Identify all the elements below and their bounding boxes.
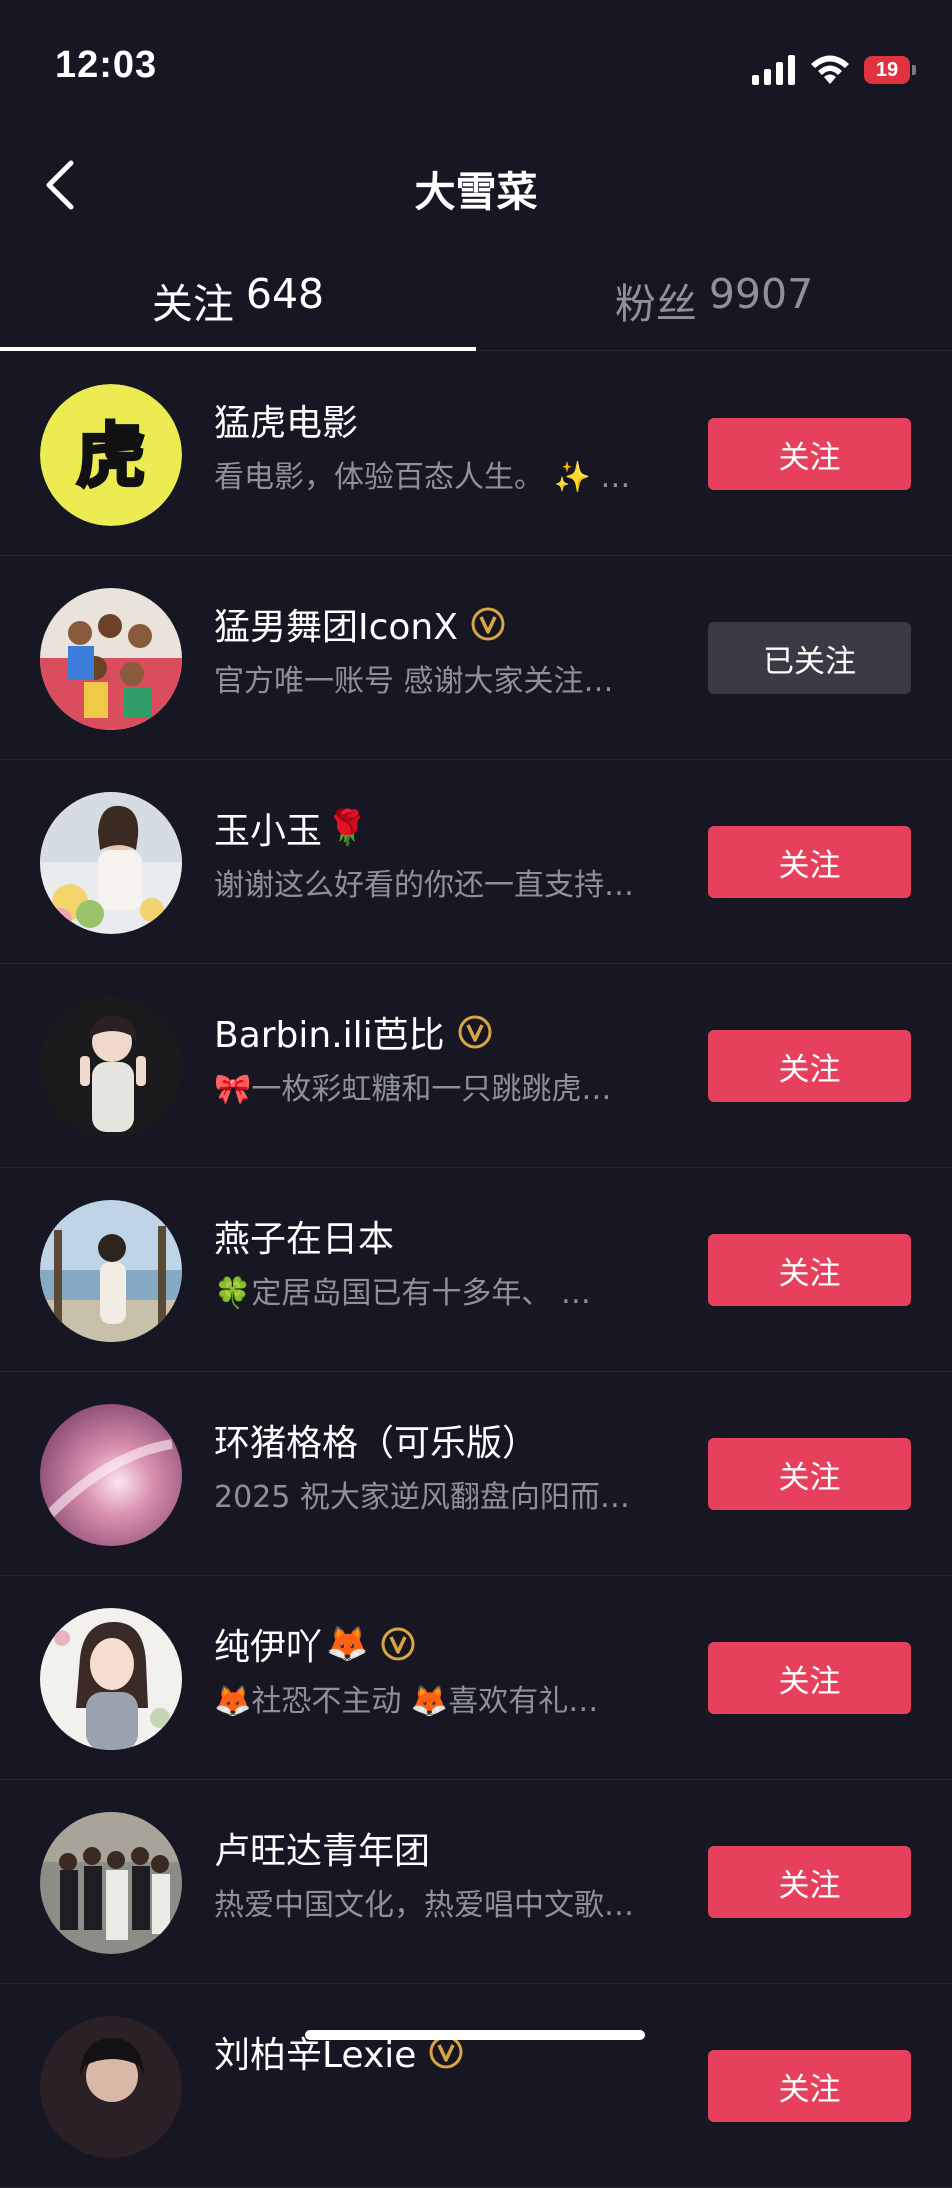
avatar[interactable]: 虎 bbox=[40, 384, 182, 526]
wifi-icon bbox=[811, 55, 849, 84]
user-name[interactable]: 环猪格格（可乐版） bbox=[214, 1414, 684, 1466]
follow-button[interactable]: 关注 bbox=[708, 1234, 911, 1306]
tab-bar: 关注 648 粉丝 9907 bbox=[0, 250, 952, 351]
tab-following-count: 648 bbox=[245, 270, 325, 318]
user-name[interactable]: 猛虎电影 bbox=[214, 394, 684, 446]
fox-emoji: 🦊 bbox=[326, 1624, 369, 1664]
avatar[interactable] bbox=[40, 1200, 182, 1342]
following-button[interactable]: 已关注 bbox=[708, 622, 911, 694]
follow-button[interactable]: 关注 bbox=[708, 418, 911, 490]
group-photo-avatar bbox=[40, 588, 182, 730]
verified-badge-icon bbox=[380, 1626, 416, 1662]
user-bio: 🦊社恐不主动 🦊喜欢有礼… bbox=[214, 1684, 599, 1719]
user-name[interactable]: 猛男舞团IconX bbox=[214, 598, 684, 650]
nav-bar: 大雪菜 bbox=[0, 140, 952, 230]
cellular-signal-icon bbox=[752, 55, 795, 85]
user-name-text: 环猪格格（可乐版） bbox=[214, 1423, 539, 1464]
list-item[interactable]: 卢旺达青年团 热爱中国文化，热爱唱中文歌… 关注 bbox=[0, 1780, 952, 1984]
group-formal-avatar bbox=[40, 1812, 182, 1954]
tab-fans[interactable]: 粉丝 9907 bbox=[476, 250, 952, 350]
rose-emoji: 🌹 bbox=[326, 808, 369, 848]
user-name[interactable]: 玉小玉 🌹 bbox=[214, 802, 684, 854]
status-bar: 12:03 19 bbox=[0, 0, 952, 140]
user-name-text: 燕子在日本 bbox=[214, 1219, 395, 1260]
tab-following-label: 关注 bbox=[151, 280, 234, 328]
list-item[interactable]: 虎 猛虎电影 看电影，体验百态人生。 ✨ … 关注 bbox=[0, 352, 952, 556]
avatar[interactable] bbox=[40, 996, 182, 1138]
list-item[interactable]: 燕子在日本 🍀定居岛国已有十多年、 … 关注 bbox=[0, 1168, 952, 1372]
user-name-text: 纯伊吖 bbox=[214, 1627, 323, 1668]
list-item[interactable]: 玉小玉 🌹 谢谢这么好看的你还一直支持… 关注 bbox=[0, 760, 952, 964]
home-indicator[interactable] bbox=[305, 2030, 645, 2040]
tab-following[interactable]: 关注 648 bbox=[0, 250, 476, 351]
list-item[interactable]: 刘柏辛Lexie 关注 bbox=[0, 1984, 952, 2188]
woman-flowers-avatar bbox=[40, 792, 182, 934]
user-bio: 热爱中国文化，热爱唱中文歌… bbox=[214, 1888, 634, 1923]
list-item[interactable]: 纯伊吖 🦊 🦊社恐不主动 🦊喜欢有礼… 关注 bbox=[0, 1576, 952, 1780]
avatar[interactable] bbox=[40, 2016, 182, 2158]
avatar[interactable] bbox=[40, 1812, 182, 1954]
user-bio: 谢谢这么好看的你还一直支持… bbox=[214, 868, 634, 903]
user-name-text: 猛男舞团IconX bbox=[214, 607, 458, 648]
battery-level: 19 bbox=[864, 56, 910, 84]
avatar[interactable] bbox=[40, 1404, 182, 1546]
battery-icon: 19 bbox=[864, 55, 918, 85]
user-name[interactable]: 卢旺达青年团 bbox=[214, 1822, 684, 1874]
following-list: 虎 猛虎电影 看电影，体验百态人生。 ✨ … 关注 猛男舞团IconX 官方唯一… bbox=[0, 352, 952, 2188]
follow-button[interactable]: 关注 bbox=[708, 2050, 911, 2122]
user-name-text: Barbin.ili芭比 bbox=[214, 1015, 445, 1056]
user-bio: 官方唯一账号 感谢大家关注… bbox=[214, 664, 614, 699]
tab-fans-count: 9907 bbox=[708, 270, 814, 318]
page-title: 大雪菜 bbox=[414, 168, 538, 216]
user-name-text: 玉小玉 bbox=[214, 811, 323, 852]
avatar[interactable] bbox=[40, 792, 182, 934]
follow-button[interactable]: 关注 bbox=[708, 1846, 911, 1918]
follow-button[interactable]: 关注 bbox=[708, 1438, 911, 1510]
follow-button[interactable]: 关注 bbox=[708, 1030, 911, 1102]
battery-nub bbox=[912, 65, 916, 75]
verified-badge-icon bbox=[457, 1014, 493, 1050]
user-name[interactable]: 纯伊吖 🦊 bbox=[214, 1618, 684, 1670]
user-bio: 2025 祝大家逆风翻盘向阳而… bbox=[214, 1480, 630, 1515]
follow-button[interactable]: 关注 bbox=[708, 1642, 911, 1714]
user-bio: 🍀定居岛国已有十多年、 … bbox=[214, 1276, 591, 1311]
tab-fans-label: 粉丝 bbox=[614, 280, 697, 328]
user-bio: 看电影，体验百态人生。 ✨ … bbox=[214, 460, 631, 495]
tab-active-indicator bbox=[0, 347, 476, 351]
user-name-text: 卢旺达青年团 bbox=[214, 1831, 431, 1872]
tiger-logo-avatar: 虎 bbox=[40, 384, 182, 526]
pink-galaxy-avatar bbox=[40, 1404, 182, 1546]
follow-button[interactable]: 关注 bbox=[708, 826, 911, 898]
anime-girl-avatar bbox=[40, 1608, 182, 1750]
status-icons: 19 bbox=[752, 50, 918, 90]
woman-beach-avatar bbox=[40, 1200, 182, 1342]
user-name[interactable]: 燕子在日本 bbox=[214, 1210, 684, 1262]
svg-text:虎: 虎 bbox=[76, 415, 146, 497]
status-time: 12:03 bbox=[55, 44, 158, 86]
user-name-text: 猛虎电影 bbox=[214, 403, 359, 444]
list-item[interactable]: 环猪格格（可乐版） 2025 祝大家逆风翻盘向阳而… 关注 bbox=[0, 1372, 952, 1576]
woman-dark-avatar bbox=[40, 996, 182, 1138]
user-bio: 🎀一枚彩虹糖和一只跳跳虎… bbox=[214, 1072, 612, 1107]
verified-badge-icon bbox=[470, 606, 506, 642]
avatar[interactable] bbox=[40, 1608, 182, 1750]
list-item[interactable]: Barbin.ili芭比 🎀一枚彩虹糖和一只跳跳虎… 关注 bbox=[0, 964, 952, 1168]
woman-partial-avatar bbox=[40, 2016, 182, 2158]
user-name[interactable]: Barbin.ili芭比 bbox=[214, 1006, 684, 1058]
avatar[interactable] bbox=[40, 588, 182, 730]
list-item[interactable]: 猛男舞团IconX 官方唯一账号 感谢大家关注… 已关注 bbox=[0, 556, 952, 760]
